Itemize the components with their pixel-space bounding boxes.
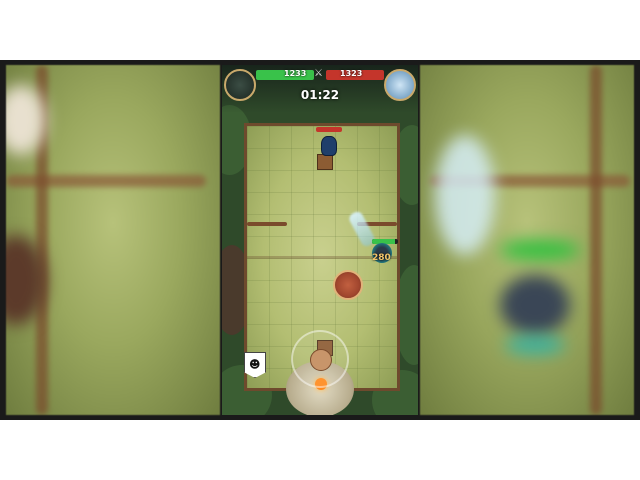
enemy-goal [317, 154, 333, 170]
player-score: 1233 [284, 69, 307, 78]
enemy-score: 1323 [340, 69, 363, 78]
enemy-hero [321, 136, 337, 156]
enemy-health-bar [316, 127, 342, 132]
blurred-background-right [420, 65, 634, 415]
crossed-swords-icon: ⚔ [314, 68, 323, 79]
player-power: 280 [372, 253, 391, 263]
face-icon: ☻ [249, 358, 261, 371]
game-viewport[interactable]: 280 ☻ 1233 ⚔ 1323 01:22 [222, 65, 418, 415]
center-circle [333, 270, 363, 300]
joystick[interactable] [291, 330, 349, 388]
match-timer: 01:22 [300, 88, 340, 102]
blurred-background-left [6, 65, 220, 415]
hud-top: 1233 ⚔ 1323 01:22 [222, 65, 418, 113]
joystick-knob[interactable] [310, 349, 332, 371]
barrier-left [247, 222, 287, 226]
